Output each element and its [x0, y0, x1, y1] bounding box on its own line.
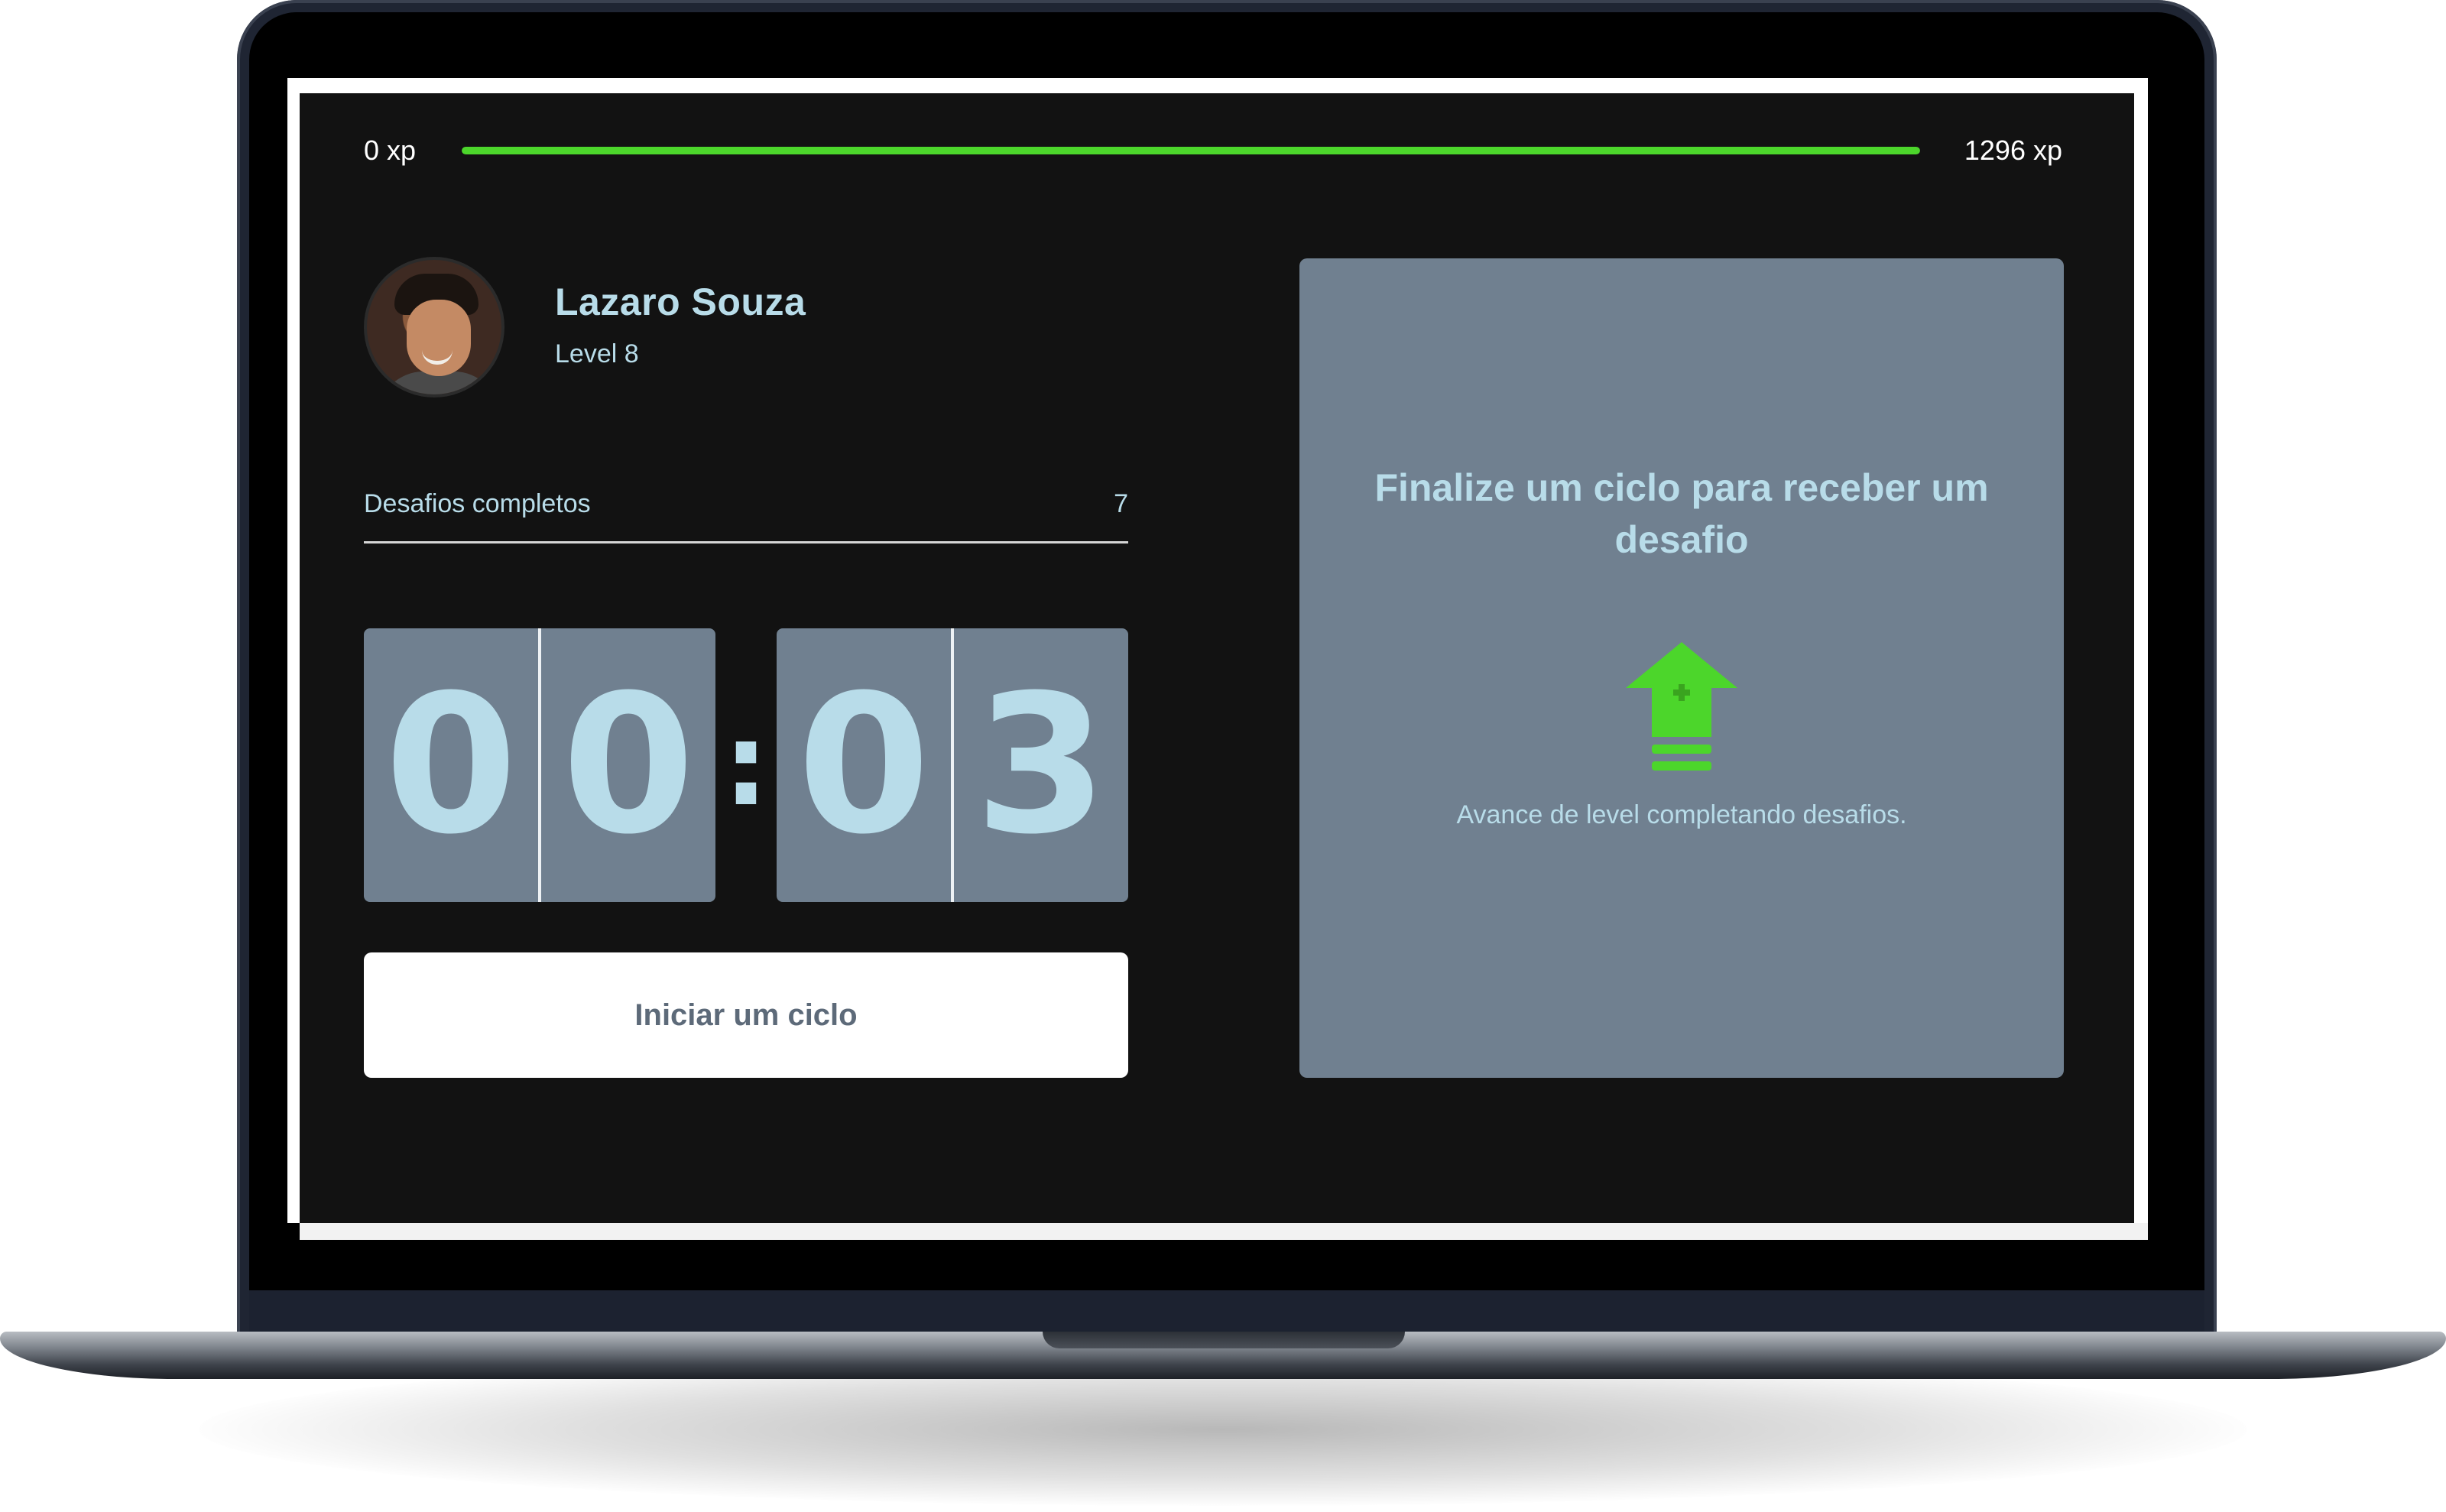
challenge-card-description: Avance de level completando desafios.	[1456, 800, 1907, 829]
avatar	[364, 257, 504, 397]
completed-challenges: Desafios completos 7	[364, 475, 1128, 543]
xp-progress-fill	[462, 147, 1920, 154]
xp-min-label: 0 xp	[364, 135, 417, 166]
experience-bar: 0 xp 1296 xp	[300, 124, 2134, 177]
second-digit-ones: 3	[975, 654, 1108, 876]
countdown-separator: :	[723, 699, 769, 832]
countdown-seconds: 0 3	[777, 628, 1128, 902]
challenge-card-title: Finalize um ciclo para receber um desafi…	[1374, 466, 1989, 561]
profile-level: Level 8	[555, 339, 639, 368]
laptop-notch	[1043, 1332, 1405, 1348]
start-cycle-button[interactable]: Iniciar um ciclo	[364, 952, 1128, 1078]
completed-challenges-label: Desafios completos	[364, 489, 591, 518]
countdown-minutes: 0 0	[364, 628, 715, 902]
minute-digit-tens: 0	[384, 654, 517, 876]
minute-digit-ones: 0	[562, 654, 695, 876]
xp-progress-track	[462, 147, 1920, 154]
countdown-timer: 0 0 : 0 3	[364, 628, 1128, 902]
challenge-card: Finalize um ciclo para receber um desafi…	[1299, 258, 2064, 1078]
app-screen: 0 xp 1296 xp Lazaro Souza Level 8 Desafi…	[300, 93, 2134, 1223]
second-digit-tens: 0	[797, 654, 930, 876]
profile-name: Lazaro Souza	[555, 281, 806, 323]
completed-challenges-count: 7	[1114, 489, 1128, 518]
xp-max-label: 1296 xp	[1964, 135, 2062, 166]
level-up-icon	[1626, 642, 1737, 771]
profile: Lazaro Souza Level 8	[364, 257, 1205, 397]
